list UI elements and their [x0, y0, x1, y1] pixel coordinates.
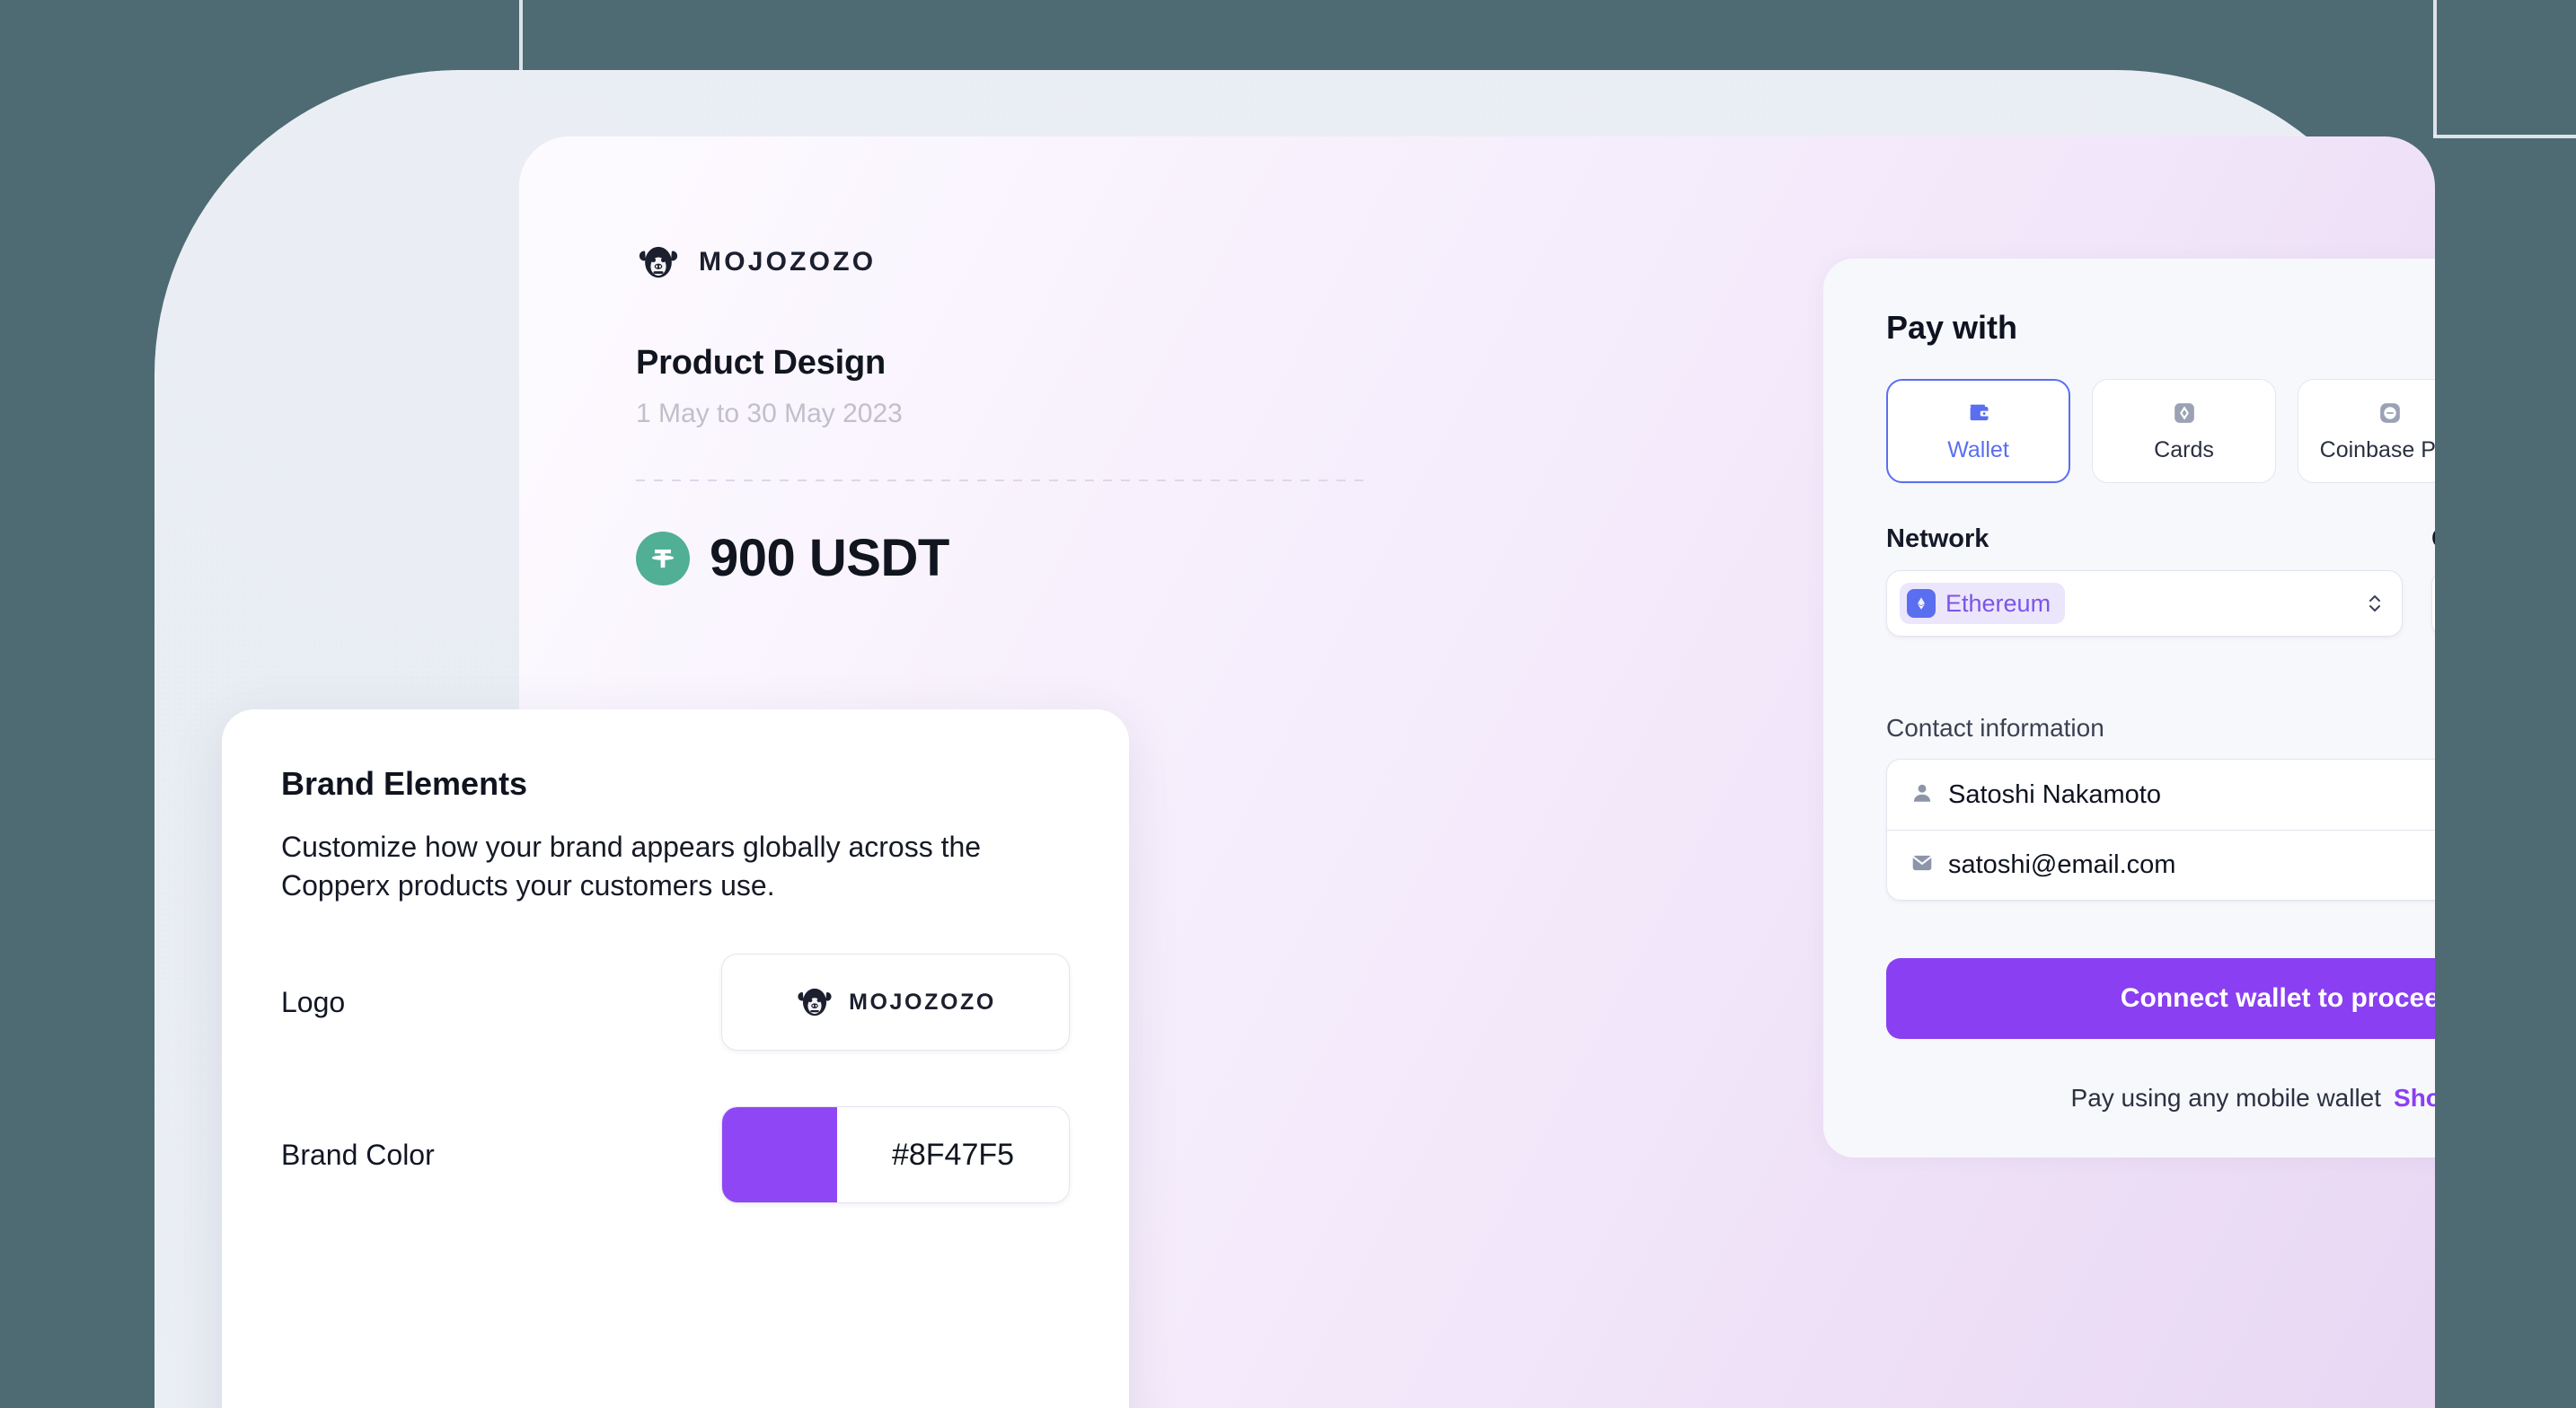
envelope-icon — [1910, 851, 1934, 879]
coin-select[interactable]: $ USDC — [2431, 570, 2435, 637]
brand-color-picker[interactable]: #8F47F5 — [721, 1106, 1070, 1204]
brand-wordmark: MOJOZOZO — [699, 247, 877, 277]
pay-card-footer: Pay using any mobile wallet Show QR — [1886, 1084, 2435, 1113]
brand-elements-card: Brand Elements Customize how your brand … — [222, 709, 1129, 1408]
brand-header: MOJOZOZO — [636, 240, 1408, 285]
brand-elements-title: Brand Elements — [281, 765, 528, 802]
dotted-divider — [636, 480, 1372, 481]
invoice-title: Product Design — [636, 344, 887, 382]
contact-information-label: Contact information — [1886, 714, 2104, 742]
gorilla-icon — [798, 989, 832, 1016]
footer-text: Pay using any mobile wallet — [2070, 1084, 2382, 1112]
color-hex-value: #8F47F5 — [891, 1137, 1015, 1172]
payment-method-label: Cards — [2154, 436, 2214, 462]
logo-preview-tile[interactable]: MOJOZOZO — [721, 954, 1070, 1052]
contact-section: Contact information Satoshi Nakamoto sat… — [1886, 714, 2435, 901]
network-chip: Ethereum — [1900, 583, 2066, 624]
amount-row: 900 USDT — [636, 528, 1408, 588]
network-coin-fields: Network Ethereum — [1886, 524, 2435, 637]
network-field: Network Ethereum — [1886, 524, 2403, 637]
brand-elements-description: Customize how your brand appears globall… — [281, 831, 982, 902]
guide-horizontal-right — [2433, 135, 2576, 138]
payment-method-coinbase-pay[interactable]: Coinbase Pay — [2298, 379, 2435, 483]
perforation-divider — [1823, 761, 2435, 794]
logo-tile-wordmark: MOJOZOZO — [849, 989, 996, 1015]
pay-with-card: Pay with Wallet Cards Coinbase P Network… — [1823, 259, 2435, 1157]
payment-method-cards[interactable]: Cards — [2092, 379, 2276, 483]
coin-field: Coin $ USDC — [2431, 524, 2435, 637]
connect-wallet-button[interactable]: Connect wallet to proceed — [1886, 958, 2435, 1039]
tether-icon — [636, 531, 690, 585]
brand-color-row: Brand Color #8F47F5 — [281, 1106, 1070, 1204]
coinbase-icon — [2378, 400, 2402, 427]
coin-label: Coin — [2431, 524, 2435, 554]
network-label: Network — [1886, 524, 1989, 553]
network-select[interactable]: Ethereum — [1886, 570, 2403, 637]
ethereum-icon — [1907, 589, 1936, 618]
pay-with-title: Pay with — [1886, 309, 2018, 346]
invoice-details: MOJOZOZO Product Design 1 May to 30 May … — [636, 240, 1408, 588]
invoice-dates: 1 May to 30 May 2023 — [636, 399, 903, 428]
brand-color-row-label: Brand Color — [281, 1138, 435, 1171]
contact-email-value: satoshi@email.com — [1948, 850, 2176, 879]
chevron-updown-icon — [2366, 590, 2384, 617]
invoice-amount: 900 USDT — [710, 529, 949, 587]
gorilla-icon — [639, 246, 678, 278]
payment-method-label: Wallet — [1947, 436, 2009, 462]
logo-row-label: Logo — [281, 985, 346, 1018]
logo-row: Logo MOJOZOZO — [281, 954, 1070, 1052]
screenshot-stage: MOJOZOZO Product Design 1 May to 30 May … — [0, 0, 2576, 1408]
color-swatch[interactable] — [722, 1107, 837, 1203]
payment-method-label: Coinbase Pay — [2319, 436, 2435, 462]
network-value: Ethereum — [1945, 589, 2051, 617]
payment-method-wallet[interactable]: Wallet — [1886, 379, 2070, 483]
guide-vertical-right — [2433, 0, 2437, 136]
wallet-icon — [1966, 400, 1991, 427]
show-qr-link[interactable]: Show QR — [2394, 1084, 2435, 1112]
contact-email-input[interactable]: satoshi@email.com — [1887, 830, 2435, 900]
card-diamond-icon — [2173, 400, 2196, 427]
payment-methods: Wallet Cards Coinbase P — [1886, 379, 2435, 483]
